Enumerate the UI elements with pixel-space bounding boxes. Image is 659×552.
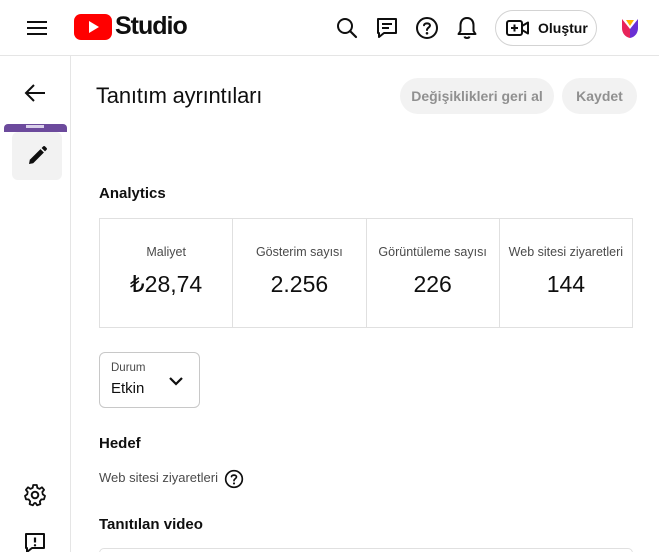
status-dropdown-label: Durum [111, 362, 146, 374]
search-icon[interactable] [333, 14, 361, 42]
bell-icon[interactable] [453, 14, 481, 42]
stat-value: 2.256 [270, 271, 329, 297]
stat-label: Gösterim sayısı [255, 245, 343, 259]
promoted-video-title: Tanıtılan video [99, 516, 203, 533]
logo-text: Studio [115, 12, 188, 40]
video-thumbnail[interactable] [4, 124, 67, 132]
message-icon[interactable] [373, 14, 401, 42]
chevron-down-icon [169, 377, 183, 386]
create-button-label: Oluştur [538, 20, 588, 36]
stat-label: Web sitesi ziyaretleri [508, 245, 624, 259]
pencil-icon [29, 146, 47, 164]
thumbnail-detail [26, 125, 44, 128]
status-dropdown[interactable]: Durum Etkin [99, 352, 200, 408]
help-icon[interactable] [413, 14, 441, 42]
stat-label: Görüntüleme sayısı [378, 245, 487, 259]
studio-logo[interactable]: Studio [74, 12, 188, 41]
promoted-video-card[interactable] [99, 548, 633, 552]
goal-value: Web sitesi ziyaretleri [99, 470, 218, 485]
youtube-play-icon [74, 13, 112, 40]
stat-value: 226 [413, 271, 452, 297]
avatar[interactable] [616, 14, 644, 42]
page-title: Tanıtım ayrıntıları [96, 83, 263, 108]
stat-label: Maliyet [146, 245, 186, 259]
stat-views: Görüntüleme sayısı 226 [367, 219, 500, 327]
undo-changes-button[interactable]: Değişiklikleri geri al [400, 78, 554, 114]
stat-website-visits: Web sitesi ziyaretleri 144 [500, 219, 632, 327]
feedback-icon[interactable] [20, 528, 50, 552]
status-dropdown-value: Etkin [111, 380, 145, 397]
left-rail [0, 56, 71, 552]
stat-value: 144 [546, 271, 586, 297]
stat-value: ₺28,74 [130, 271, 203, 297]
create-button[interactable]: Oluştur [495, 10, 597, 46]
stat-impressions: Gösterim sayısı 2.256 [233, 219, 367, 327]
arrow-left-icon[interactable] [20, 78, 50, 108]
gear-icon[interactable] [20, 480, 50, 510]
goal-help-icon[interactable] [223, 468, 245, 490]
video-plus-icon [506, 20, 529, 36]
hamburger-menu-icon[interactable] [20, 13, 54, 43]
save-button[interactable]: Kaydet [562, 78, 637, 114]
goal-title: Hedef [99, 435, 141, 452]
top-bar: Studio Oluştur [0, 0, 659, 56]
edit-nav-item[interactable] [12, 132, 62, 180]
analytics-stats: Maliyet ₺28,74 Gösterim sayısı 2.256 Gör… [99, 218, 633, 328]
stat-cost: Maliyet ₺28,74 [100, 219, 234, 327]
analytics-title: Analytics [99, 185, 166, 202]
